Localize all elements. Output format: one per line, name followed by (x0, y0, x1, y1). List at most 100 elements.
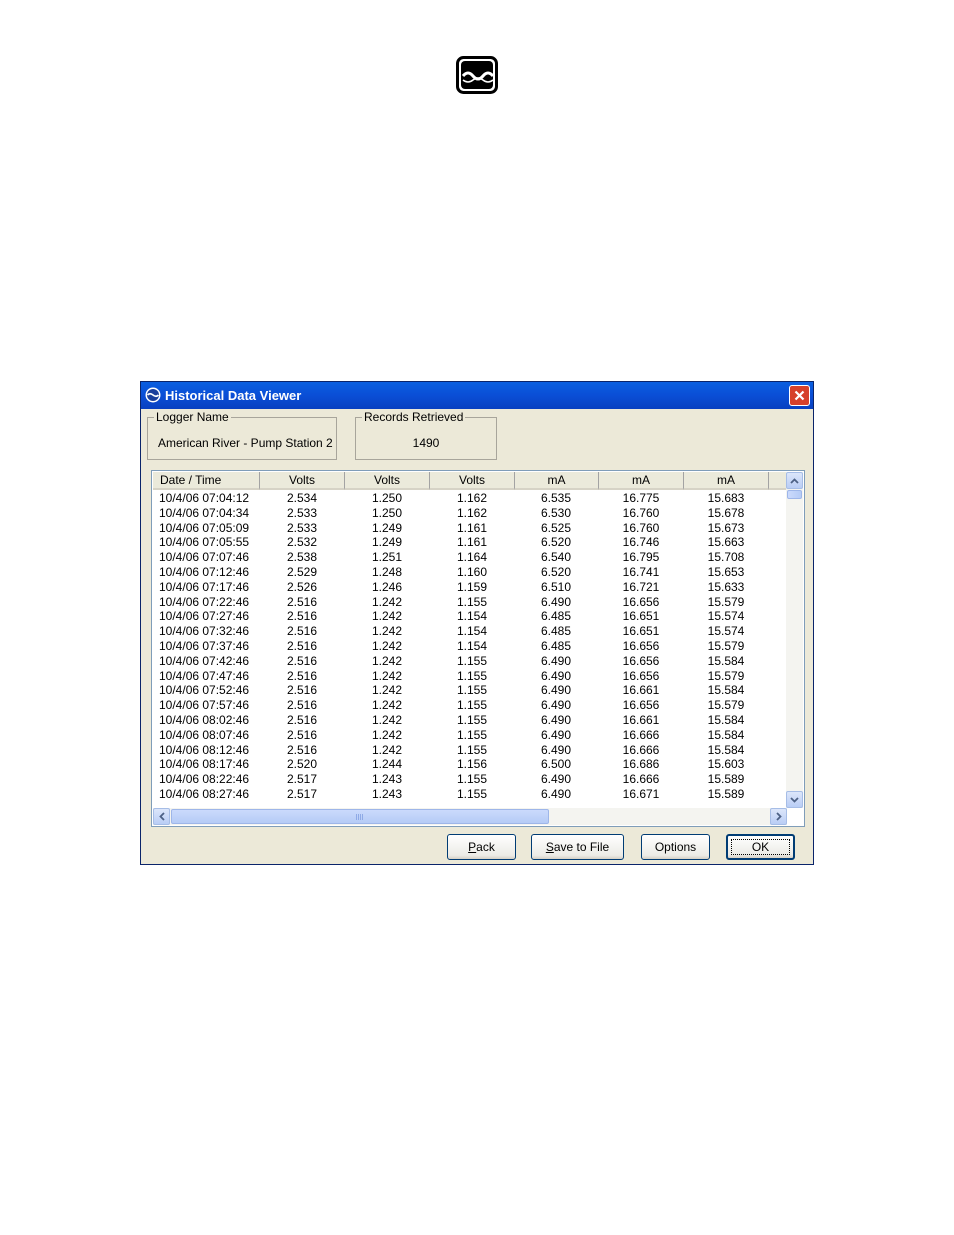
table-cell: 10/4/06 07:22:46 (159, 594, 250, 609)
table-row[interactable]: 10/4/06 08:17:46 2.520 1.244 1.156 6.500 16.6… (153, 757, 783, 772)
table-row[interactable]: 10/4/06 07:27:46 2.516 1.242 1.154 6.485 16.6… (153, 609, 783, 624)
table-cell: 2.516 (286, 594, 318, 609)
table-cell: 16.671 (622, 786, 660, 801)
pack-button[interactable]: Pack (447, 834, 516, 860)
table-cell: 2.516 (286, 698, 318, 713)
table-row[interactable]: 10/4/06 07:05:55 2.532 1.249 1.161 6.520 16.7… (153, 535, 783, 550)
table-cell: 1.155 (456, 772, 488, 787)
wave-app-icon (145, 387, 161, 403)
historical-data-viewer-dialog: Historical Data Viewer Logger Name Ameri… (140, 381, 814, 865)
logger-name-label: Logger Name (154, 410, 231, 424)
table-cell: 15.584 (707, 712, 745, 727)
table-cell: 16.656 (622, 638, 660, 653)
table-row[interactable]: 10/4/06 08:22:46 2.517 1.243 1.155 6.490 16.6… (153, 772, 783, 787)
table-cell: 1.161 (456, 520, 488, 535)
table-cell: 1.155 (456, 594, 488, 609)
title-bar[interactable]: Historical Data Viewer (141, 382, 813, 409)
table-cell: 1.155 (456, 683, 488, 698)
table-row[interactable]: 10/4/06 08:02:46 2.516 1.242 1.155 6.490 16.6… (153, 713, 783, 728)
horizontal-scrollbar[interactable] (153, 808, 787, 825)
column-header[interactable]: mA (599, 472, 684, 490)
table-cell: 1.246 (371, 579, 403, 594)
table-cell: 15.663 (707, 535, 745, 550)
table-cell: 6.510 (540, 579, 572, 594)
table-row[interactable]: 10/4/06 07:04:12 2.534 1.250 1.162 6.535 16.7… (153, 491, 783, 506)
table-cell: 6.490 (540, 712, 572, 727)
column-header[interactable]: Volts (345, 472, 430, 490)
save-to-file-button-label: Save to File (545, 840, 610, 854)
table-cell: 16.721 (622, 579, 660, 594)
table-cell: 2.516 (286, 727, 318, 742)
table-cell: 1.155 (456, 786, 488, 801)
table-cell: 15.653 (707, 564, 745, 579)
table-row[interactable]: 10/4/06 07:52:46 2.516 1.242 1.155 6.490 16.6… (153, 683, 783, 698)
save-to-file-button[interactable]: Save to File (531, 834, 624, 860)
table-row[interactable]: 10/4/06 07:17:46 2.526 1.246 1.159 6.510 16.7… (153, 580, 783, 595)
table-cell: 6.520 (540, 535, 572, 550)
column-header[interactable]: mA (684, 472, 769, 490)
table-cell: 16.666 (622, 772, 660, 787)
table-row[interactable]: 10/4/06 07:42:46 2.516 1.242 1.155 6.490 16.6… (153, 654, 783, 669)
table-header: Date / Time Volts Volts Volts mA mA mA (153, 472, 789, 490)
table-cell: 16.661 (622, 683, 660, 698)
column-header[interactable]: Volts (260, 472, 345, 490)
scroll-down-button[interactable] (786, 791, 803, 808)
table-row[interactable]: 10/4/06 07:07:46 2.538 1.251 1.164 6.540 16.7… (153, 550, 783, 565)
table-cell: 15.683 (707, 491, 745, 505)
table-row[interactable]: 10/4/06 08:27:46 2.517 1.243 1.155 6.490 16.6… (153, 787, 783, 802)
vertical-scroll-thumb[interactable] (787, 490, 802, 499)
table-cell: 6.490 (540, 594, 572, 609)
close-icon (794, 390, 805, 401)
ok-button[interactable]: OK (726, 834, 795, 860)
table-cell: 15.579 (707, 668, 745, 683)
table-row[interactable]: 10/4/06 07:57:46 2.516 1.242 1.155 6.490 16.6… (153, 698, 783, 713)
table-cell: 1.159 (456, 579, 488, 594)
table-cell: 10/4/06 08:22:46 (159, 772, 250, 787)
column-header[interactable]: Volts (430, 472, 515, 490)
scroll-left-button[interactable] (153, 808, 170, 825)
table-row[interactable]: 10/4/06 07:04:34 2.533 1.250 1.162 6.530 16.7… (153, 506, 783, 521)
pack-button-label: Pack (468, 840, 495, 854)
chevron-up-icon (790, 477, 799, 484)
table-cell: 10/4/06 08:27:46 (159, 786, 250, 801)
table-cell: 1.161 (456, 535, 488, 550)
table-cell: 15.579 (707, 638, 745, 653)
table-row[interactable]: 10/4/06 08:12:46 2.516 1.242 1.155 6.490 16.6… (153, 743, 783, 758)
table-row[interactable]: 10/4/06 07:47:46 2.516 1.242 1.155 6.490 16.6… (153, 669, 783, 684)
table-cell: 15.633 (707, 579, 745, 594)
table-row[interactable]: 10/4/06 07:05:09 2.533 1.249 1.161 6.525 16.7… (153, 521, 783, 536)
table-cell: 15.603 (707, 757, 745, 772)
table-row[interactable]: 10/4/06 08:07:46 2.516 1.242 1.155 6.490 16.6… (153, 728, 783, 743)
table-cell: 15.584 (707, 653, 745, 668)
horizontal-scroll-thumb[interactable] (171, 809, 549, 824)
logger-name-group: Logger Name American River - Pump Statio… (147, 410, 337, 460)
table-cell: 2.526 (286, 579, 318, 594)
scroll-right-button[interactable] (770, 808, 787, 825)
table-cell: 16.760 (622, 520, 660, 535)
table-cell: 1.155 (456, 712, 488, 727)
table-cell: 10/4/06 07:17:46 (159, 579, 250, 594)
table-cell: 6.490 (540, 698, 572, 713)
column-header[interactable]: Date / Time (153, 472, 260, 490)
table-cell: 1.155 (456, 742, 488, 757)
table-cell: 15.584 (707, 727, 745, 742)
close-button[interactable] (789, 385, 810, 406)
table-cell: 1.155 (456, 727, 488, 742)
table-cell: 1.242 (371, 742, 403, 757)
table-body: 10/4/06 07:04:12 2.534 1.250 1.162 6.535 16.7… (153, 491, 783, 802)
table-cell: 10/4/06 07:32:46 (159, 624, 250, 639)
table-row[interactable]: 10/4/06 07:22:46 2.516 1.242 1.155 6.490 16.6… (153, 595, 783, 610)
table-cell: 10/4/06 07:37:46 (159, 638, 250, 653)
options-button[interactable]: Options (641, 834, 710, 860)
vertical-scrollbar[interactable] (786, 472, 803, 808)
table-row[interactable]: 10/4/06 07:32:46 2.516 1.242 1.154 6.485 16.6… (153, 624, 783, 639)
column-header[interactable]: mA (515, 472, 599, 490)
table-row[interactable]: 10/4/06 07:37:46 2.516 1.242 1.154 6.485 16.6… (153, 639, 783, 654)
scroll-up-button[interactable] (786, 472, 803, 489)
table-row[interactable]: 10/4/06 07:12:46 2.529 1.248 1.160 6.520 16.7… (153, 565, 783, 580)
data-table[interactable]: Date / Time Volts Volts Volts mA mA mA 10/4/06… (151, 470, 805, 827)
chevron-right-icon (775, 812, 782, 821)
table-cell: 2.516 (286, 638, 318, 653)
table-cell: 6.535 (540, 491, 572, 505)
table-cell: 2.517 (286, 786, 318, 801)
